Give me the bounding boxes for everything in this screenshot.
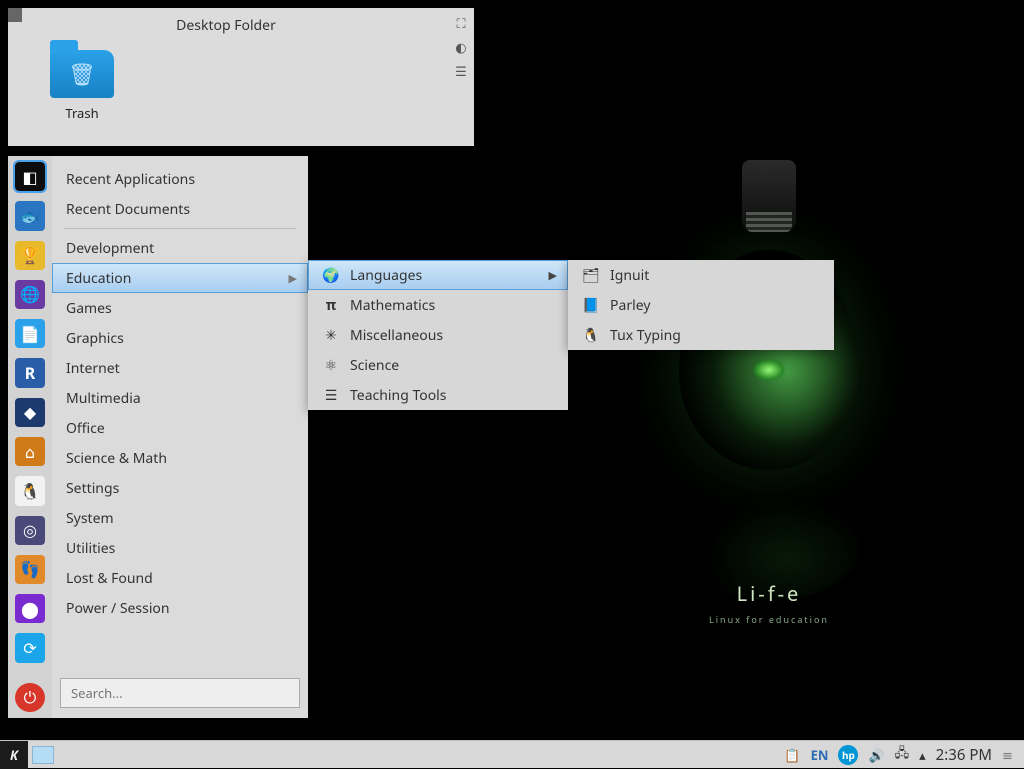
pi-icon: π [322,296,340,314]
menu-lost-found[interactable]: Lost & Found [52,563,308,593]
trash-icon [50,50,114,98]
menu-internet[interactable]: Internet [52,353,308,383]
clipboard-icon[interactable]: 📋 [784,746,800,764]
power-button[interactable]: ⏻ [15,683,45,712]
submenu-languages-list: 🗂Ignuit 📘Parley 🐧Tux Typing [568,260,834,350]
favorite-app-8[interactable]: ⌂ [15,437,45,466]
panel-menu-icon[interactable]: ≡ [1002,746,1016,764]
app-parley[interactable]: 📘Parley [568,290,834,320]
menu-power-session[interactable]: Power / Session [52,593,308,623]
widget-visibility-icon[interactable]: ◐ [452,38,470,56]
atom-icon: ⚛ [322,356,340,374]
menu-science-math[interactable]: Science & Math [52,443,308,473]
menu-education[interactable]: Education▶ [52,263,308,293]
clock[interactable]: 2:36 PM [936,745,992,765]
chevron-right-icon: ▶ [549,268,557,283]
menu-utilities[interactable]: Utilities [52,533,308,563]
submenu-teaching-tools[interactable]: ☰Teaching Tools [308,380,568,410]
network-icon[interactable]: 🖧 [895,743,910,766]
favorite-app-4[interactable]: 🌐 [15,280,45,309]
keyboard-layout[interactable]: EN [811,746,829,764]
favorites-column: ◧ 🐟 🏆 🌐 📄 R ◆ ⌂ 🐧 ◎ 👣 ⬤ ⟳ ⏻ [8,156,52,718]
submenu-mathematics[interactable]: πMathematics [308,290,568,320]
widget-expand-icon[interactable]: ⛶ [452,14,470,32]
desktop: Li-f-e Linux for education Desktop Folde… [0,0,1024,740]
desktop-folder-title: Desktop Folder [8,16,444,35]
wallpaper-title: Li-f-e [694,580,844,607]
application-menu: ◧ 🐟 🏆 🌐 📄 R ◆ ⌂ 🐧 ◎ 👣 ⬤ ⟳ ⏻ Recent Appli… [8,156,308,718]
menu-system[interactable]: System [52,503,308,533]
cards-icon: 🗂 [582,266,600,284]
taskbar-task-1[interactable] [32,746,54,764]
taskbar: K 📋 EN hp 🔊 🖧 ▴ 2:36 PM ≡ [0,740,1024,768]
favorite-app-9[interactable]: 🐧 [15,476,45,505]
menu-games[interactable]: Games [52,293,308,323]
trash-item[interactable]: Trash [50,50,114,122]
kicker-launcher[interactable]: K [0,741,28,769]
favorite-app-11[interactable]: 👣 [15,555,45,584]
search-input[interactable] [60,678,300,708]
menu-graphics[interactable]: Graphics [52,323,308,353]
favorite-app-5[interactable]: 📄 [15,319,45,348]
submenu-miscellaneous[interactable]: ✳Miscellaneous [308,320,568,350]
widget-settings-icon[interactable]: ☰ [452,62,470,80]
app-tux-typing[interactable]: 🐧Tux Typing [568,320,834,350]
menu-recent-documents[interactable]: Recent Documents [52,194,308,224]
wallpaper-subtitle: Linux for education [694,613,844,626]
chevron-right-icon: ▶ [289,271,297,286]
submenu-languages[interactable]: 🌍Languages▶ [308,260,568,290]
favorite-app-3[interactable]: 🏆 [15,241,45,270]
trash-label: Trash [65,104,98,122]
menu-search[interactable] [60,678,300,708]
menu-office[interactable]: Office [52,413,308,443]
favorite-app-10[interactable]: ◎ [15,516,45,545]
favorite-app-1[interactable]: ◧ [15,162,45,191]
menu-multimedia[interactable]: Multimedia [52,383,308,413]
submenu-science[interactable]: ⚛Science [308,350,568,380]
menu-separator [64,228,296,229]
app-ignuit[interactable]: 🗂Ignuit [568,260,834,290]
hp-icon[interactable]: hp [838,745,858,765]
favorite-app-7[interactable]: ◆ [15,398,45,427]
categories-column: Recent Applications Recent Documents Dev… [52,156,308,718]
wallpaper-bulb: Li-f-e Linux for education [654,160,884,660]
menu-settings[interactable]: Settings [52,473,308,503]
system-tray: 📋 EN hp 🔊 🖧 ▴ 2:36 PM ≡ [784,743,1024,766]
favorite-app-2[interactable]: 🐟 [15,201,45,230]
favorite-app-6[interactable]: R [15,358,45,387]
favorite-app-12[interactable]: ⬤ [15,594,45,623]
star-icon: ✳ [322,326,340,344]
tux-icon: 🐧 [582,326,600,344]
menu-recent-applications[interactable]: Recent Applications [52,164,308,194]
desktop-folder-widget: Desktop Folder ⛶ ◐ ☰ Trash [8,8,474,146]
submenu-education: 🌍Languages▶ πMathematics ✳Miscellaneous … [308,260,568,410]
menu-development[interactable]: Development [52,233,308,263]
list-icon: ☰ [322,386,340,404]
languages-icon: 🌍 [322,266,340,284]
volume-icon[interactable]: 🔊 [868,746,884,764]
tray-expand-icon[interactable]: ▴ [919,746,926,764]
favorite-app-13[interactable]: ⟳ [15,633,45,662]
book-icon: 📘 [582,296,600,314]
